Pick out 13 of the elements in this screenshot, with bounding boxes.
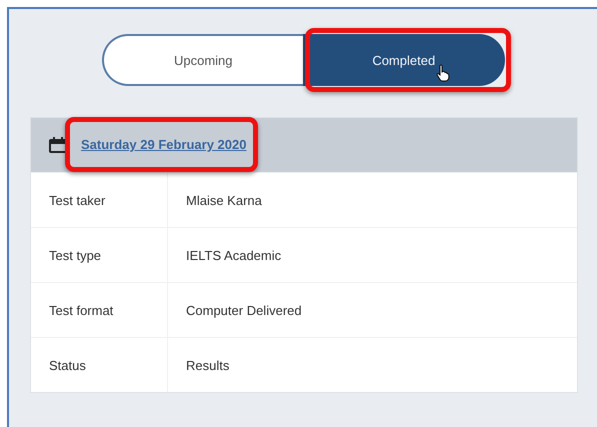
field-label: Test taker (31, 173, 168, 227)
field-label: Test format (31, 283, 168, 337)
field-value: Computer Delivered (185, 302, 302, 320)
field-value: Results (185, 356, 230, 374)
tab[interactable]: Completed (302, 34, 505, 86)
tab[interactable]: Upcoming (102, 34, 302, 86)
calendar-icon (49, 137, 67, 153)
pointer-hand-icon (436, 64, 450, 82)
field-label: Test type (31, 228, 168, 282)
date-link[interactable]: Saturday 29 February 2020 (81, 137, 246, 152)
field-label: Status (31, 338, 168, 392)
field-value: IELTS Academic (185, 246, 282, 264)
field-value: Mlaise Karna (185, 192, 262, 210)
